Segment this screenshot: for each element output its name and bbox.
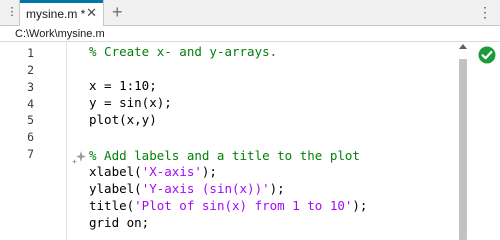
tab-active-indicator <box>20 0 103 3</box>
sparkle-icon[interactable] <box>71 150 87 166</box>
code-line-7[interactable]: % Add labels and a title to the plot <box>89 148 360 164</box>
code-token: ); <box>201 164 217 179</box>
string-literal: 'Y-axis (sin(x))' <box>141 181 270 196</box>
code-token: ylabel( <box>89 181 142 196</box>
tab-label: mysine.m * <box>26 7 86 21</box>
checkmark-icon[interactable] <box>478 46 496 64</box>
line-number: 5 <box>27 113 34 127</box>
editor-tab-bar: ⋮ mysine.m * ✕ + ⋮ <box>0 0 500 26</box>
line-number: 2 <box>27 63 34 77</box>
line-number: 1 <box>27 46 34 60</box>
file-path-bar: C:\Work\mysine.m <box>0 26 500 42</box>
code-token: ); <box>269 181 285 196</box>
code-token: xlabel( <box>89 164 142 179</box>
code-line-4[interactable]: y = sin(x); <box>89 95 172 111</box>
code-editor[interactable]: % Create x- and y-arrays. x = 1:10; y = … <box>89 42 449 240</box>
code-line-5[interactable]: plot(x,y) <box>89 112 157 128</box>
line-number: 6 <box>27 130 34 144</box>
code-token: title( <box>89 198 135 213</box>
code-token: ); <box>352 198 368 213</box>
line-number: 3 <box>27 80 34 94</box>
string-literal: 'Plot of sin(x) from 1 to 10' <box>134 198 353 213</box>
vertical-scrollbar[interactable] <box>456 42 470 240</box>
line-number-gutter: 1 2 3 4 5 6 7 <box>0 42 67 240</box>
scroll-thumb[interactable] <box>459 59 467 240</box>
code-line-8[interactable]: xlabel('X-axis'); <box>89 164 217 180</box>
code-line-1[interactable]: % Create x- and y-arrays. <box>89 44 277 60</box>
code-line-10[interactable]: title('Plot of sin(x) from 1 to 10'); <box>89 198 367 214</box>
code-line-3[interactable]: x = 1:10; <box>89 78 157 94</box>
close-icon[interactable]: ✕ <box>86 6 97 20</box>
code-line-11[interactable]: grid on; <box>89 215 149 231</box>
code-line-9[interactable]: ylabel('Y-axis (sin(x))'); <box>89 181 285 197</box>
line-number: 7 <box>27 147 34 161</box>
tab-mysine[interactable]: mysine.m * ✕ <box>19 0 104 26</box>
line-number: 4 <box>27 97 34 111</box>
string-literal: 'X-axis' <box>141 164 202 179</box>
scroll-up-icon[interactable] <box>459 44 467 49</box>
tab-overflow-icon[interactable]: ⋮ <box>6 4 18 20</box>
new-tab-icon[interactable]: + <box>112 3 123 21</box>
file-path: C:\Work\mysine.m <box>15 28 105 40</box>
more-options-icon[interactable]: ⋮ <box>478 3 492 21</box>
